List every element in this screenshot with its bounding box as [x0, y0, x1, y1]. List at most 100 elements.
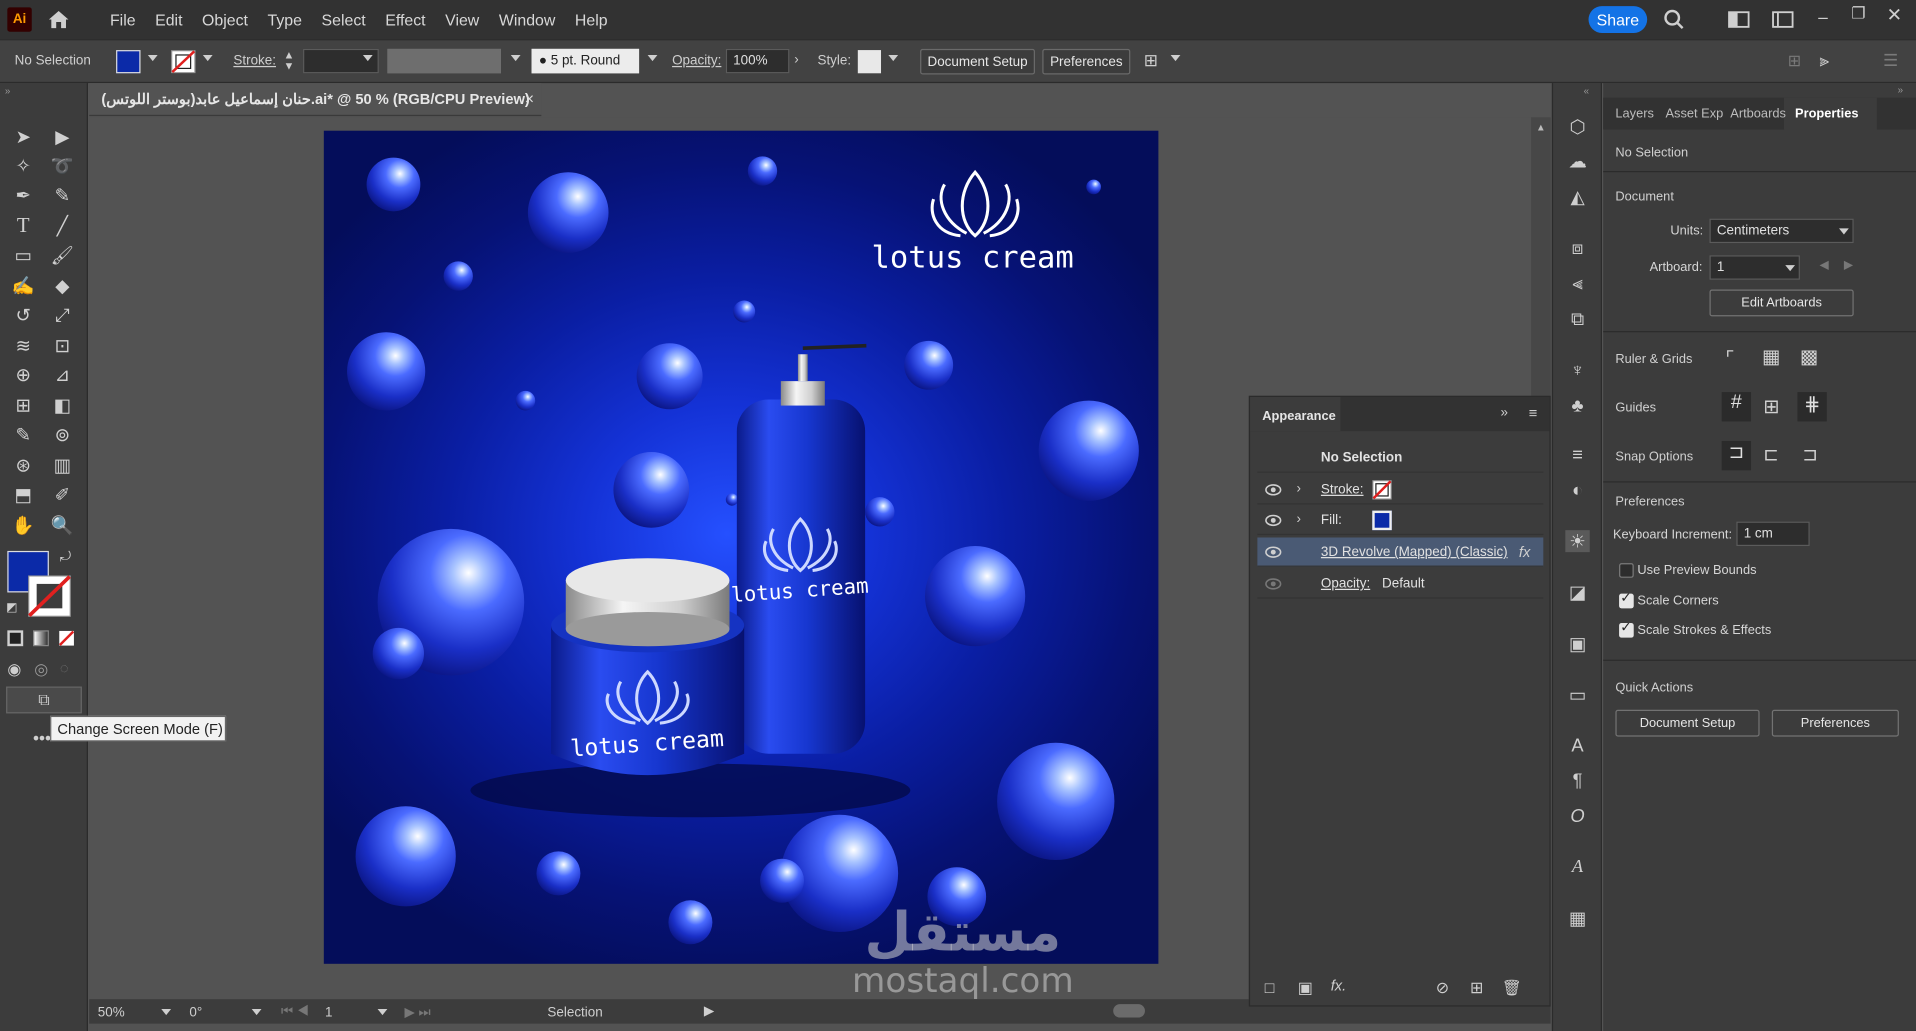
snap-to-point-icon[interactable]: ⊐ — [1721, 440, 1752, 471]
profile-dropdown-icon[interactable] — [510, 54, 521, 62]
lasso-tool-icon[interactable]: ➰ — [49, 154, 76, 178]
zoom-dropdown-icon[interactable] — [161, 1009, 172, 1016]
opentype-icon[interactable]: O — [1565, 805, 1589, 827]
rectangle-tool-icon[interactable]: ▭ — [10, 243, 37, 267]
stroke-label[interactable]: Stroke: — [233, 54, 276, 69]
3d-materials-icon[interactable]: ⬡ — [1565, 116, 1589, 138]
swap-colors-icon[interactable]: ⤾ — [60, 550, 71, 566]
keyboard-increment-input[interactable]: 1 cm — [1736, 521, 1810, 547]
menu-view[interactable]: View — [435, 10, 489, 28]
visibility-eye-icon[interactable] — [1265, 546, 1282, 558]
tab-properties[interactable]: Properties — [1795, 106, 1858, 121]
status-menu-icon[interactable]: ▶ — [704, 1003, 714, 1019]
glyphs-icon[interactable]: A — [1565, 856, 1589, 878]
graphic-styles-icon[interactable]: ◪ — [1565, 581, 1589, 604]
stroke-swatch[interactable] — [171, 50, 196, 74]
stroke-weight-stepper[interactable]: ▲ ▼ — [283, 49, 300, 74]
menu-object[interactable]: Object — [192, 10, 257, 28]
none-mode-icon[interactable] — [59, 630, 75, 646]
collapse-panel-icon[interactable]: » — [1898, 84, 1903, 95]
menu-select[interactable]: Select — [312, 10, 376, 28]
line-segment-tool-icon[interactable]: ╱ — [49, 214, 76, 238]
workspace-switcher-icon[interactable] — [1772, 9, 1794, 31]
symbols-icon[interactable]: ♣ — [1565, 395, 1589, 417]
paragraph-icon[interactable]: ¶ — [1565, 770, 1589, 792]
style-dropdown-icon[interactable] — [888, 54, 899, 62]
prev-artboard-icon[interactable]: ◀ — [1819, 259, 1828, 272]
symbol-sprayer-tool-icon[interactable]: ⊛ — [10, 453, 37, 477]
color-guide-icon[interactable]: ▦ — [1565, 908, 1589, 930]
menu-edit[interactable]: Edit — [145, 10, 192, 28]
close-window-icon[interactable]: ✕ — [1887, 4, 1902, 26]
expand-panels-icon[interactable]: « — [1584, 86, 1589, 97]
magic-wand-tool-icon[interactable]: ✧ — [10, 154, 37, 178]
first-artboard-icon[interactable]: ⏮ ◀ — [281, 1004, 309, 1020]
stroke-row-label[interactable]: Stroke: — [1321, 483, 1364, 498]
restore-icon[interactable]: ❐ — [1851, 4, 1865, 24]
artboard-tool-icon[interactable]: ⬒ — [10, 483, 37, 507]
use-preview-bounds-checkbox[interactable] — [1619, 563, 1634, 578]
add-new-stroke-icon[interactable]: □ — [1265, 978, 1275, 996]
warp-tool-icon[interactable]: ≋ — [10, 333, 37, 357]
home-icon[interactable] — [46, 7, 70, 31]
arrange-documents-icon[interactable] — [1728, 9, 1750, 31]
document-setup-button[interactable]: Document Setup — [920, 48, 1035, 75]
direct-selection-tool-icon[interactable]: ▶ — [49, 125, 76, 149]
align-panel-icon[interactable]: ⫷ — [1565, 272, 1589, 294]
add-new-fill-icon[interactable]: ▣ — [1298, 978, 1313, 998]
fill-swatch[interactable] — [116, 50, 141, 74]
expand-chevron-icon[interactable]: › — [1296, 481, 1300, 496]
gradient-mode-icon[interactable] — [32, 630, 49, 647]
opacity-chevron-icon[interactable]: › — [794, 53, 798, 68]
panel-menu-icon[interactable]: ☰ — [1883, 50, 1898, 71]
delete-item-icon[interactable]: 🗑 — [1502, 978, 1522, 998]
snap-to-grid-icon[interactable]: ⊐ — [1802, 443, 1817, 466]
collapse-icon[interactable]: » — [5, 86, 10, 97]
appearance-panel-icon[interactable]: ☀ — [1565, 530, 1590, 553]
opacity-input[interactable]: 100% — [725, 48, 790, 74]
edit-artboards-button[interactable]: Edit Artboards — [1709, 289, 1854, 317]
menu-file[interactable]: File — [100, 10, 145, 28]
type-tool-icon[interactable]: T — [10, 214, 37, 238]
grid-icon[interactable]: ▦ — [1762, 344, 1780, 368]
graphic-style-swatch[interactable] — [857, 50, 882, 74]
fx-icon[interactable]: fx — [1519, 544, 1530, 561]
lock-guides-icon[interactable]: ⊞ — [1763, 395, 1779, 419]
menu-type[interactable]: Type — [258, 10, 312, 28]
scroll-up-icon[interactable]: ▲ — [1536, 122, 1546, 133]
last-artboard-icon[interactable]: ▶ ⏭ — [404, 1004, 430, 1021]
character-icon[interactable]: A — [1565, 734, 1589, 756]
units-select[interactable]: Centimeters — [1709, 218, 1854, 244]
stroke-weight-dropdown-icon[interactable] — [362, 54, 373, 62]
collapse-appearance-icon[interactable]: » — [1501, 406, 1508, 421]
add-new-effect-icon[interactable]: fx. — [1331, 977, 1346, 994]
mesh-tool-icon[interactable]: ⊞ — [10, 393, 37, 417]
horizontal-scroll-thumb[interactable] — [1113, 1004, 1145, 1018]
visibility-eye-icon[interactable] — [1265, 578, 1282, 590]
draw-behind-icon[interactable]: ◎ — [34, 660, 48, 680]
visibility-eye-icon[interactable] — [1265, 514, 1282, 527]
color-mode-icon[interactable] — [7, 630, 24, 647]
properties-icon[interactable]: ◭ — [1565, 186, 1589, 208]
tab-artboards[interactable]: Artboards — [1730, 106, 1786, 121]
stroke-row[interactable]: › Stroke: — [1257, 475, 1544, 505]
menu-effect[interactable]: Effect — [375, 10, 435, 28]
libraries-icon[interactable]: ☁ — [1565, 150, 1589, 172]
artboard-number[interactable]: 1 — [325, 1005, 332, 1020]
units-dropdown-icon[interactable] — [1839, 228, 1849, 235]
opacity-row[interactable]: Opacity: Default — [1257, 569, 1544, 599]
opacity-label[interactable]: Opacity: — [672, 54, 721, 69]
smart-guides-icon[interactable]: ⋕ — [1797, 392, 1827, 422]
clear-appearance-icon[interactable]: ⊘ — [1436, 978, 1449, 998]
stroke-dropdown-icon[interactable] — [202, 54, 213, 62]
brushes-icon[interactable]: ♆ — [1565, 359, 1589, 381]
next-artboard-icon[interactable]: ▶ — [1844, 259, 1853, 272]
column-graph-tool-icon[interactable]: ▥ — [49, 453, 76, 477]
stroke-row-swatch[interactable] — [1372, 480, 1392, 500]
artboard-dropdown-icon[interactable] — [377, 1009, 388, 1016]
shaper-tool-icon[interactable]: ✍ — [10, 274, 37, 298]
variable-width-profile[interactable] — [387, 48, 501, 74]
zoom-tool-icon[interactable]: 🔍 — [49, 513, 76, 537]
preferences-button[interactable]: Preferences — [1042, 48, 1131, 75]
default-colors-icon[interactable]: ◩ — [6, 601, 18, 614]
